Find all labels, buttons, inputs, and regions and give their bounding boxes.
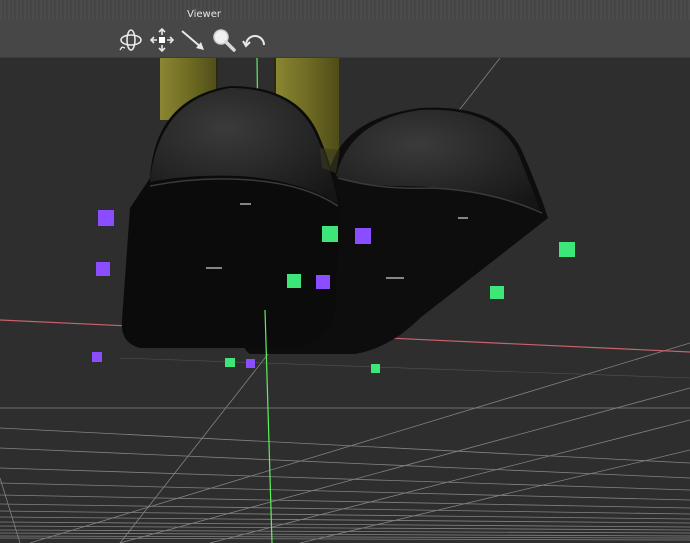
green-marker (559, 242, 575, 257)
green-marker (287, 274, 301, 288)
pan-move-icon (149, 27, 174, 53)
green-marker (371, 364, 380, 373)
purple-marker (92, 352, 102, 362)
green-marker (322, 226, 338, 242)
left-boot (121, 86, 341, 348)
viewer-toolbar (115, 26, 270, 54)
purple-marker (96, 262, 110, 276)
orbit-icon (118, 29, 142, 51)
panel-drag-strip[interactable] (0, 0, 690, 20)
green-marker (490, 286, 504, 299)
undo-view-button[interactable] (239, 26, 270, 54)
purple-marker (316, 275, 330, 289)
dolly-arrow-icon (180, 30, 204, 50)
purple-marker (246, 359, 255, 368)
dolly-tool-button[interactable] (177, 26, 208, 54)
orbit-tool-button[interactable] (115, 26, 146, 54)
undo-arc-icon (241, 35, 265, 48)
purple-marker (355, 228, 371, 244)
green-marker (225, 358, 235, 367)
zoom-tool-button[interactable] (208, 26, 239, 54)
panel-title: Viewer (187, 9, 221, 20)
3d-viewport[interactable] (0, 58, 690, 543)
purple-marker (98, 210, 114, 226)
zoom-magnifier-icon (212, 29, 236, 52)
diagonal-guide-line (119, 357, 690, 379)
viewer-header: Viewer (0, 0, 690, 58)
pan-tool-button[interactable] (146, 26, 177, 54)
